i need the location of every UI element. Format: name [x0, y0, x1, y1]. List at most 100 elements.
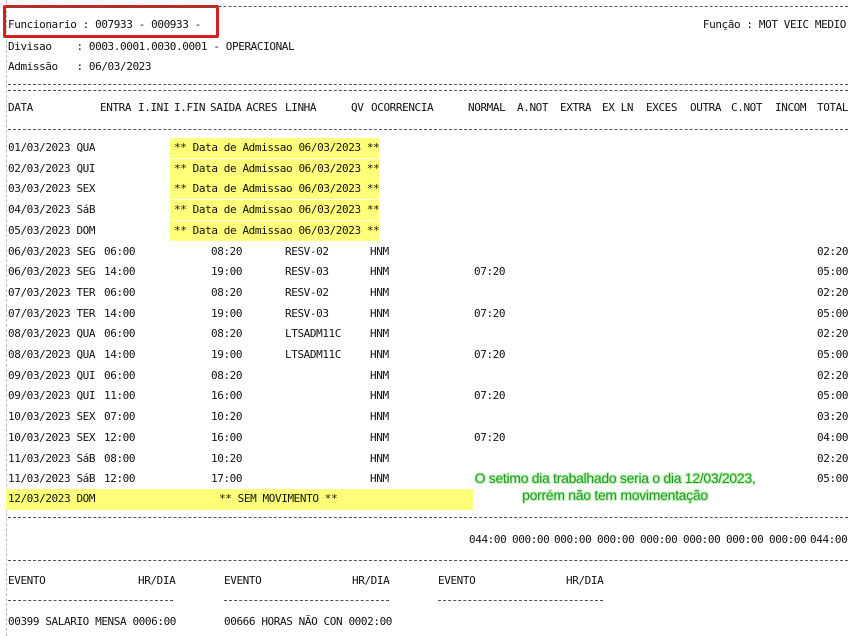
row-saida: 08:20: [211, 245, 243, 258]
row-saida: 16:00: [211, 431, 243, 444]
column-header: A.NOT: [517, 101, 549, 114]
row-date: 08/03/2023 QUA: [8, 327, 96, 340]
row-date: 07/03/2023 TER: [8, 307, 96, 320]
row-total: 02:20: [817, 245, 849, 258]
row-saida: 10:20: [211, 452, 243, 465]
row-normal: 07:20: [474, 265, 506, 278]
divider: [8, 129, 848, 130]
column-header: ENTRA: [100, 101, 132, 114]
row-saida: 08:20: [211, 327, 243, 340]
column-header: EX LN: [602, 101, 634, 114]
events-divider: [8, 600, 173, 601]
row-ocorrencia: HNM: [370, 452, 389, 465]
row-saida: 17:00: [211, 472, 243, 485]
events-col-label: EVENTO: [8, 574, 46, 587]
divider: [8, 84, 848, 85]
row-date: 06/03/2023 SEG: [8, 265, 96, 278]
row-ocorrencia: HNM: [370, 265, 389, 278]
row-normal: 07:20: [474, 348, 506, 361]
column-header: TOTAL: [817, 101, 849, 114]
row-ocorrencia: HNM: [370, 431, 389, 444]
row-entra: 12:00: [104, 431, 136, 444]
column-header: LINHA: [285, 101, 317, 114]
column-header: DATA: [8, 101, 33, 114]
column-header: EXCES: [646, 101, 678, 114]
row-date: 10/03/2023 SEX: [8, 410, 96, 423]
row-message: ** Data de Admissao 06/03/2023 **: [174, 182, 380, 195]
events-col-label: EVENTO: [438, 574, 476, 587]
row-saida: 19:00: [211, 307, 243, 320]
row-total: 02:20: [817, 286, 849, 299]
row-ocorrencia: HNM: [370, 410, 389, 423]
row-message: ** Data de Admissao 06/03/2023 **: [174, 203, 380, 216]
total-value: 000:00: [512, 533, 550, 546]
column-header: EXTRA: [560, 101, 592, 114]
row-entra: 14:00: [104, 307, 136, 320]
divider: [8, 517, 848, 518]
annotation-note: O setimo dia trabalhado seria o dia 12/0…: [470, 470, 760, 504]
row-total: 02:20: [817, 369, 849, 382]
events-divider: [224, 600, 389, 601]
row-date: 09/03/2023 QUI: [8, 369, 96, 382]
column-header: NORMAL: [468, 101, 506, 114]
annotation-line-1: O setimo dia trabalhado seria o dia 12/0…: [474, 470, 756, 486]
divider-top: [8, 6, 848, 7]
total-value: 000:00: [683, 533, 721, 546]
row-linha: LTSADM11C: [285, 348, 342, 361]
row-saida: 08:20: [211, 369, 243, 382]
row-total: 05:00: [817, 389, 849, 402]
row-date: 08/03/2023 QUA: [8, 348, 96, 361]
admission-label: Admissão : 06/03/2023: [8, 60, 152, 73]
events-col-hr: HR/DIA: [566, 574, 604, 587]
column-header: SAIDA: [210, 101, 242, 114]
total-value: 000:00: [640, 533, 678, 546]
row-linha: RESV-03: [285, 265, 329, 278]
row-total: 03:20: [817, 410, 849, 423]
row-saida: 08:20: [211, 286, 243, 299]
event-item: 00666 HORAS NÃO CON 0002:00: [224, 615, 393, 628]
row-ocorrencia: HNM: [370, 348, 389, 361]
row-date: 06/03/2023 SEG: [8, 245, 96, 258]
row-ocorrencia: HNM: [370, 245, 389, 258]
column-header: OCORRENCIA: [371, 101, 434, 114]
row-message: ** Data de Admissao 06/03/2023 **: [174, 224, 380, 237]
row-linha: LTSADM11C: [285, 327, 342, 340]
row-ocorrencia: HNM: [370, 307, 389, 320]
row-entra: 06:00: [104, 369, 136, 382]
total-value: 044:00: [469, 533, 507, 546]
row-entra: 06:00: [104, 286, 136, 299]
column-header: OUTRA: [690, 101, 722, 114]
last-row-date: 12/03/2023 DOM: [8, 492, 96, 505]
column-header: INCOM: [775, 101, 807, 114]
row-date: 11/03/2023 SáB: [8, 472, 96, 485]
row-date: 11/03/2023 SáB: [8, 452, 96, 465]
column-header: ACRES: [246, 101, 278, 114]
total-value: 000:00: [726, 533, 764, 546]
row-entra: 08:00: [104, 452, 136, 465]
row-saida: 16:00: [211, 389, 243, 402]
column-header: I.INI: [138, 101, 170, 114]
row-entra: 06:00: [104, 245, 136, 258]
row-ocorrencia: HNM: [370, 286, 389, 299]
row-date: 07/03/2023 TER: [8, 286, 96, 299]
row-saida: 19:00: [211, 348, 243, 361]
row-message: ** Data de Admissao 06/03/2023 **: [174, 141, 380, 154]
row-entra: 14:00: [104, 348, 136, 361]
row-linha: RESV-03: [285, 307, 329, 320]
row-total: 04:00: [817, 431, 849, 444]
division-label: Divisao : 0003.0001.0030.0001 - OPERACIO…: [8, 40, 295, 53]
column-header: QV: [351, 101, 364, 114]
row-total: 05:00: [817, 348, 849, 361]
row-entra: 12:00: [104, 472, 136, 485]
row-date: 10/03/2023 SEX: [8, 431, 96, 444]
total-value: 000:00: [597, 533, 635, 546]
row-date: 04/03/2023 SáB: [8, 203, 96, 216]
row-saida: 10:20: [211, 410, 243, 423]
row-normal: 07:20: [474, 389, 506, 402]
row-total: 05:00: [817, 472, 849, 485]
row-normal: 07:20: [474, 431, 506, 444]
row-linha: RESV-02: [285, 286, 329, 299]
row-message: ** Data de Admissao 06/03/2023 **: [174, 162, 380, 175]
row-entra: 11:00: [104, 389, 136, 402]
row-entra: 07:00: [104, 410, 136, 423]
